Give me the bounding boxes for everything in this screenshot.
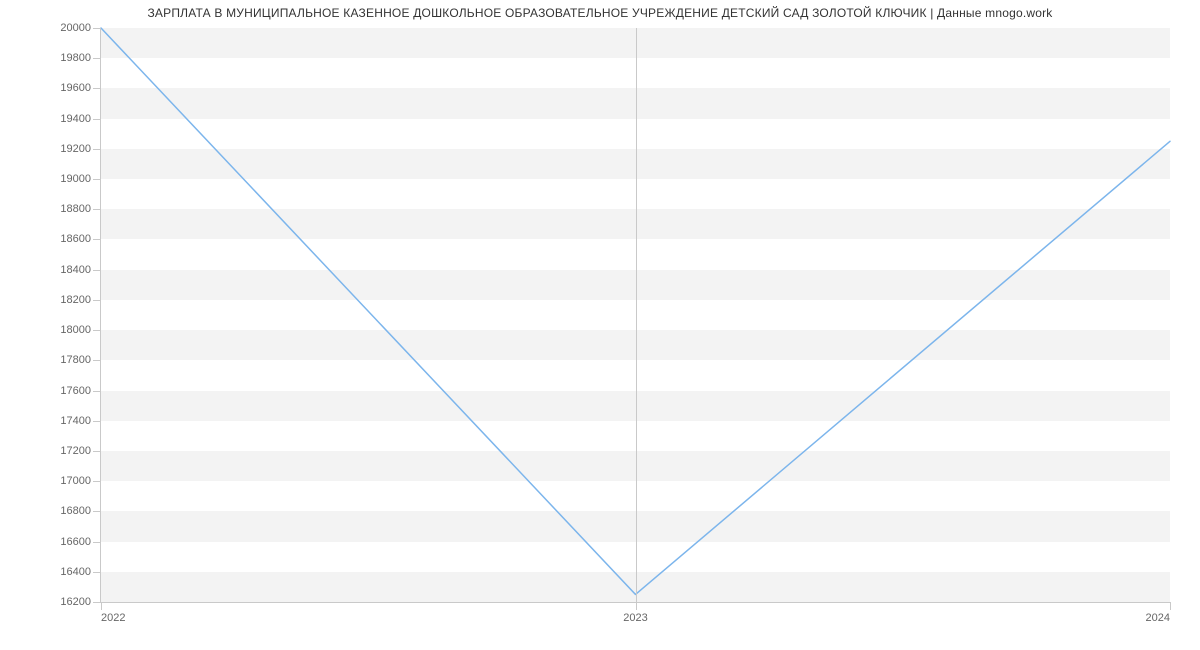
chart-container: ЗАРПЛАТА В МУНИЦИПАЛЬНОЕ КАЗЕННОЕ ДОШКОЛ… (0, 0, 1200, 650)
y-axis-label: 17000 (60, 475, 101, 487)
y-axis-label: 18400 (60, 264, 101, 276)
y-axis-label: 19200 (60, 143, 101, 155)
y-axis-label: 16800 (60, 505, 101, 517)
y-axis-label: 18600 (60, 233, 101, 245)
y-axis-label: 18200 (60, 294, 101, 306)
y-axis-label: 18000 (60, 324, 101, 336)
x-axis-label: 2022 (101, 602, 125, 624)
y-axis-label: 18800 (60, 203, 101, 215)
y-axis-label: 16200 (60, 596, 101, 608)
x-gridline (636, 28, 637, 602)
y-axis-label: 20000 (60, 22, 101, 34)
chart-title: ЗАРПЛАТА В МУНИЦИПАЛЬНОЕ КАЗЕННОЕ ДОШКОЛ… (0, 6, 1200, 20)
y-axis-label: 19600 (60, 82, 101, 94)
y-axis-label: 19800 (60, 52, 101, 64)
y-axis-label: 17600 (60, 385, 101, 397)
plot-area: 1620016400166001680017000172001740017600… (100, 28, 1170, 603)
y-axis-label: 17200 (60, 445, 101, 457)
y-axis-label: 16600 (60, 536, 101, 548)
x-axis-label: 2024 (1146, 602, 1170, 624)
y-axis-label: 17400 (60, 415, 101, 427)
y-axis-label: 17800 (60, 354, 101, 366)
y-axis-label: 19400 (60, 113, 101, 125)
y-axis-label: 19000 (60, 173, 101, 185)
x-tick (1170, 602, 1171, 610)
y-axis-label: 16400 (60, 566, 101, 578)
x-axis-label: 2023 (623, 602, 647, 624)
